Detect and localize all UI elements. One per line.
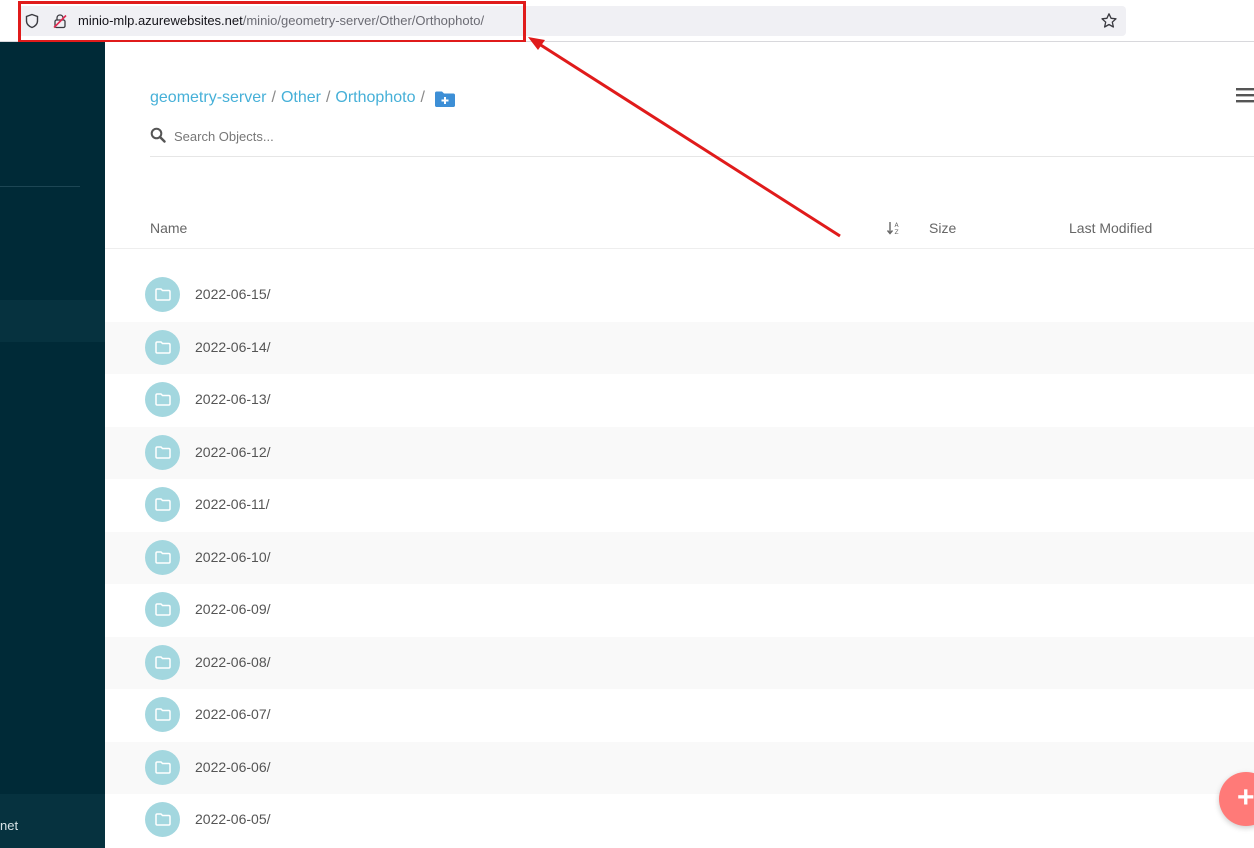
folder-name[interactable]: 2022-06-14/ [195, 339, 271, 355]
table-row[interactable]: 2022-06-07/ [105, 689, 1254, 742]
breadcrumb-separator: / [271, 89, 276, 106]
column-header-size[interactable]: Size [929, 220, 956, 236]
folder-icon [145, 749, 180, 785]
folder-name[interactable]: 2022-06-08/ [195, 654, 271, 670]
column-header-name[interactable]: Name [150, 220, 187, 236]
folder-icon [145, 434, 180, 470]
table-header: Name A Z Size Last Modified [105, 206, 1254, 249]
table-row[interactable]: 2022-06-14/ [105, 321, 1254, 374]
file-list: 2022-06-15/2022-06-14/2022-06-13/2022-06… [105, 269, 1254, 847]
breadcrumb-orthophoto[interactable]: Orthophoto [335, 89, 415, 107]
table-row[interactable]: 2022-06-13/ [105, 374, 1254, 427]
folder-icon [145, 487, 180, 522]
table-row[interactable]: 2022-06-08/ [105, 636, 1254, 689]
folder-icon [145, 382, 180, 417]
folder-name[interactable]: 2022-06-15/ [195, 286, 271, 302]
folder-name[interactable]: 2022-06-06/ [195, 759, 271, 775]
annotation-highlight-box [18, 1, 526, 43]
breadcrumb-separator: / [325, 89, 331, 106]
table-row[interactable]: 2022-06-15/ [105, 269, 1254, 322]
sidebar-active-item[interactable] [0, 300, 105, 342]
folder-name[interactable]: 2022-06-11/ [195, 496, 269, 512]
table-row[interactable]: 2022-06-10/ [105, 531, 1254, 584]
table-row[interactable]: 2022-06-05/ [105, 794, 1254, 847]
folder-icon [145, 697, 180, 732]
plus-icon: + [1237, 781, 1254, 814]
folder-icon [145, 277, 180, 312]
breadcrumb-bucket[interactable]: geometry-server [150, 89, 266, 107]
main-content: geometry-server / Other / Orthophoto / N… [105, 42, 1254, 848]
svg-text:A: A [895, 222, 900, 229]
folder-icon [145, 644, 180, 680]
folder-name[interactable]: 2022-06-05/ [195, 811, 271, 827]
sidebar-footer-text: net [0, 818, 19, 833]
folder-icon [145, 539, 180, 575]
table-row[interactable]: 2022-06-12/ [105, 426, 1254, 479]
folder-icon [145, 329, 180, 365]
bookmark-star-icon[interactable] [1100, 12, 1118, 30]
breadcrumb-separator: / [420, 89, 425, 106]
folder-name[interactable]: 2022-06-10/ [195, 549, 271, 565]
sidebar: net [0, 42, 105, 848]
search-input[interactable] [174, 126, 774, 146]
search-icon [150, 127, 166, 143]
folder-name[interactable]: 2022-06-09/ [195, 601, 271, 617]
table-row[interactable]: 2022-06-11/ [105, 479, 1254, 532]
table-row[interactable]: 2022-06-09/ [105, 584, 1254, 637]
breadcrumb: geometry-server / Other / Orthophoto / [150, 88, 456, 108]
folder-icon [145, 802, 180, 837]
column-header-last-modified[interactable]: Last Modified [1069, 220, 1152, 236]
sidebar-divider [0, 186, 80, 187]
folder-name[interactable]: 2022-06-07/ [195, 706, 271, 722]
breadcrumb-other[interactable]: Other [281, 89, 321, 107]
folder-name[interactable]: 2022-06-13/ [195, 391, 271, 407]
table-row[interactable]: 2022-06-06/ [105, 741, 1254, 794]
new-folder-icon[interactable] [434, 90, 456, 108]
folder-icon [145, 592, 180, 627]
svg-text:Z: Z [895, 229, 899, 236]
folder-name[interactable]: 2022-06-12/ [195, 444, 271, 460]
search-bar [150, 126, 1254, 157]
menu-icon[interactable] [1236, 86, 1254, 104]
sort-icon[interactable]: A Z [886, 220, 902, 236]
